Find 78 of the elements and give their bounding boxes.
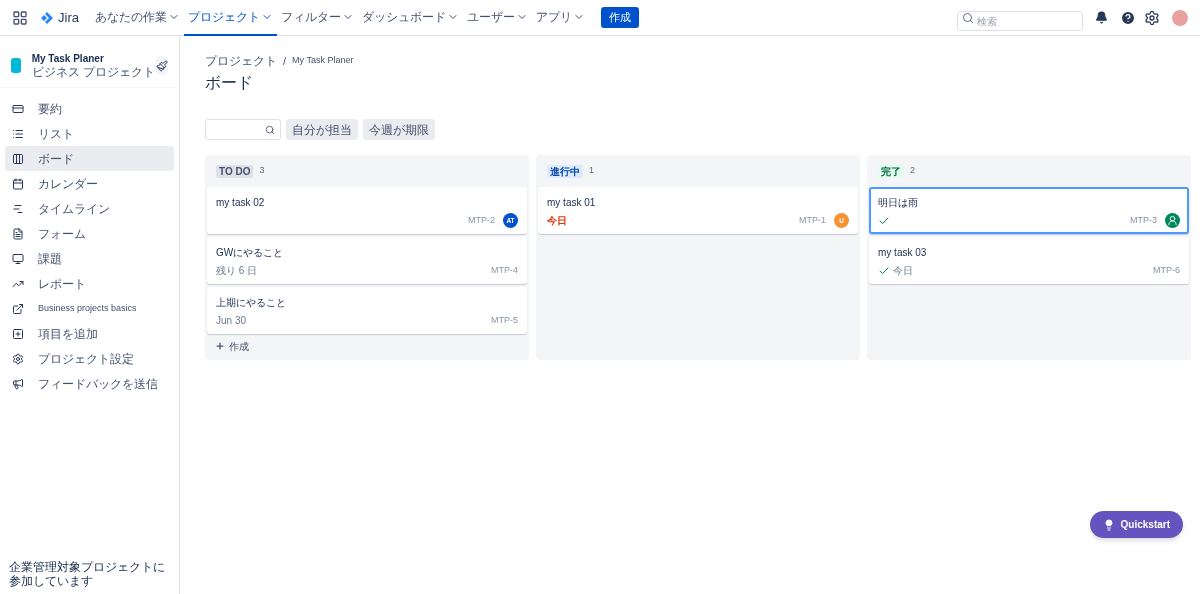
issue-title: my task 02 [216,196,266,210]
issue-title: 明日は雨 [878,196,919,210]
sidebar-item[interactable]: 課題 [5,246,174,271]
timeline-icon [12,202,24,215]
due-date: Jun 30 [216,314,247,328]
board-search-field[interactable] [205,119,281,140]
megaphone-icon [12,377,24,390]
due-date: 今日 [893,264,913,278]
project-avatar [11,58,21,73]
logo-icon [40,10,54,25]
create-issue-button[interactable]: 作成 [207,334,527,358]
breadcrumb-link[interactable]: My Task Planer [292,54,354,68]
sidebar-item[interactable]: 項目を追加 [5,321,174,346]
settings-icon [12,352,24,365]
paintbrush-icon [155,59,168,72]
issue-title: my task 01 [547,196,597,210]
filter-button[interactable]: 今週が期限 [363,119,435,140]
form-icon [12,227,24,240]
status-label: 進行中 [547,164,583,178]
create-button[interactable]: 作成 [600,7,639,28]
nav-menu[interactable]: ユーザー [462,0,532,36]
monitor-icon [12,252,24,265]
sidebar-item[interactable]: リスト [5,121,174,146]
issue-count: 1 [589,164,594,178]
breadcrumb-link[interactable]: プロジェクト [205,52,277,70]
card-icon [12,102,24,115]
sidebar-item[interactable]: タイムライン [5,196,174,221]
logo-text: Jira [58,8,79,27]
sidebar-item[interactable]: ボード [5,146,174,171]
assignee-avatar[interactable] [1165,213,1180,228]
add-icon [12,327,24,340]
sidebar-item[interactable]: カレンダー [5,171,174,196]
due-date: 今日 [547,214,567,228]
calendar-icon [12,177,24,190]
sidebar-item[interactable]: プロジェクト設定 [5,346,174,371]
list-icon [12,127,24,140]
issue-card[interactable]: my task 03 今日 MTP-6 [869,237,1189,284]
due-date: 残り 6 日 [216,264,258,278]
quickstart-button[interactable]: Quickstart [1089,511,1183,538]
search-field[interactable]: 検索 [957,11,1083,31]
status-label: TO DO [216,164,254,178]
status-label: 完了 [878,164,904,178]
lightbulb-icon [1102,518,1115,531]
sidebar-item[interactable]: 要約 [5,96,174,121]
sidebar-item[interactable]: レポート [5,271,174,296]
nav-menu[interactable]: アプリ [531,0,589,36]
issue-card[interactable]: 上期にやること Jun 30 MTP-5 [207,287,527,334]
settings-icon[interactable] [1144,9,1160,26]
sidebar-item[interactable]: フォーム [5,221,174,246]
issue-count: 3 [259,164,265,178]
issue-count: 2 [910,164,915,178]
project-type: ビジネス プロジェクト [31,65,156,79]
sidebar-item[interactable]: フィードバックを送信 [5,371,174,396]
search-icon [962,11,974,24]
page-title: ボード [205,73,254,93]
nav-menu[interactable]: フィルター [276,0,358,36]
plus-icon [215,341,225,351]
help-icon[interactable] [1120,9,1136,26]
issue-card[interactable]: GWにやること 残り 6 日 MTP-4 [207,237,527,284]
sidebar-item[interactable]: Business projects basics [5,296,174,321]
breadcrumb-separator: / [283,53,287,69]
issue-title: 上期にやること [216,296,287,310]
nav-menu[interactable]: ダッシュボード [357,0,463,36]
filter-button[interactable]: 自分が担当 [286,119,358,140]
columns-icon [12,152,24,165]
issue-title: my task 03 [878,246,928,260]
issue-title: GWにやること [216,246,285,260]
app-switcher-icon[interactable] [12,9,28,26]
issue-card[interactable]: 明日は雨 MTP-3 [869,187,1189,234]
theme-button[interactable] [155,55,168,76]
external-link-icon [12,302,24,315]
project-name: My Task Planer [31,52,105,65]
footer-text: 企業管理対象プロジェクトに参加しています [8,560,166,590]
search-icon [265,124,275,135]
nav-menu[interactable]: プロジェクト [183,0,277,36]
person-icon [1167,215,1178,226]
nav-menu[interactable]: あなたの作業 [90,0,184,36]
notification-icon[interactable] [1095,11,1108,24]
